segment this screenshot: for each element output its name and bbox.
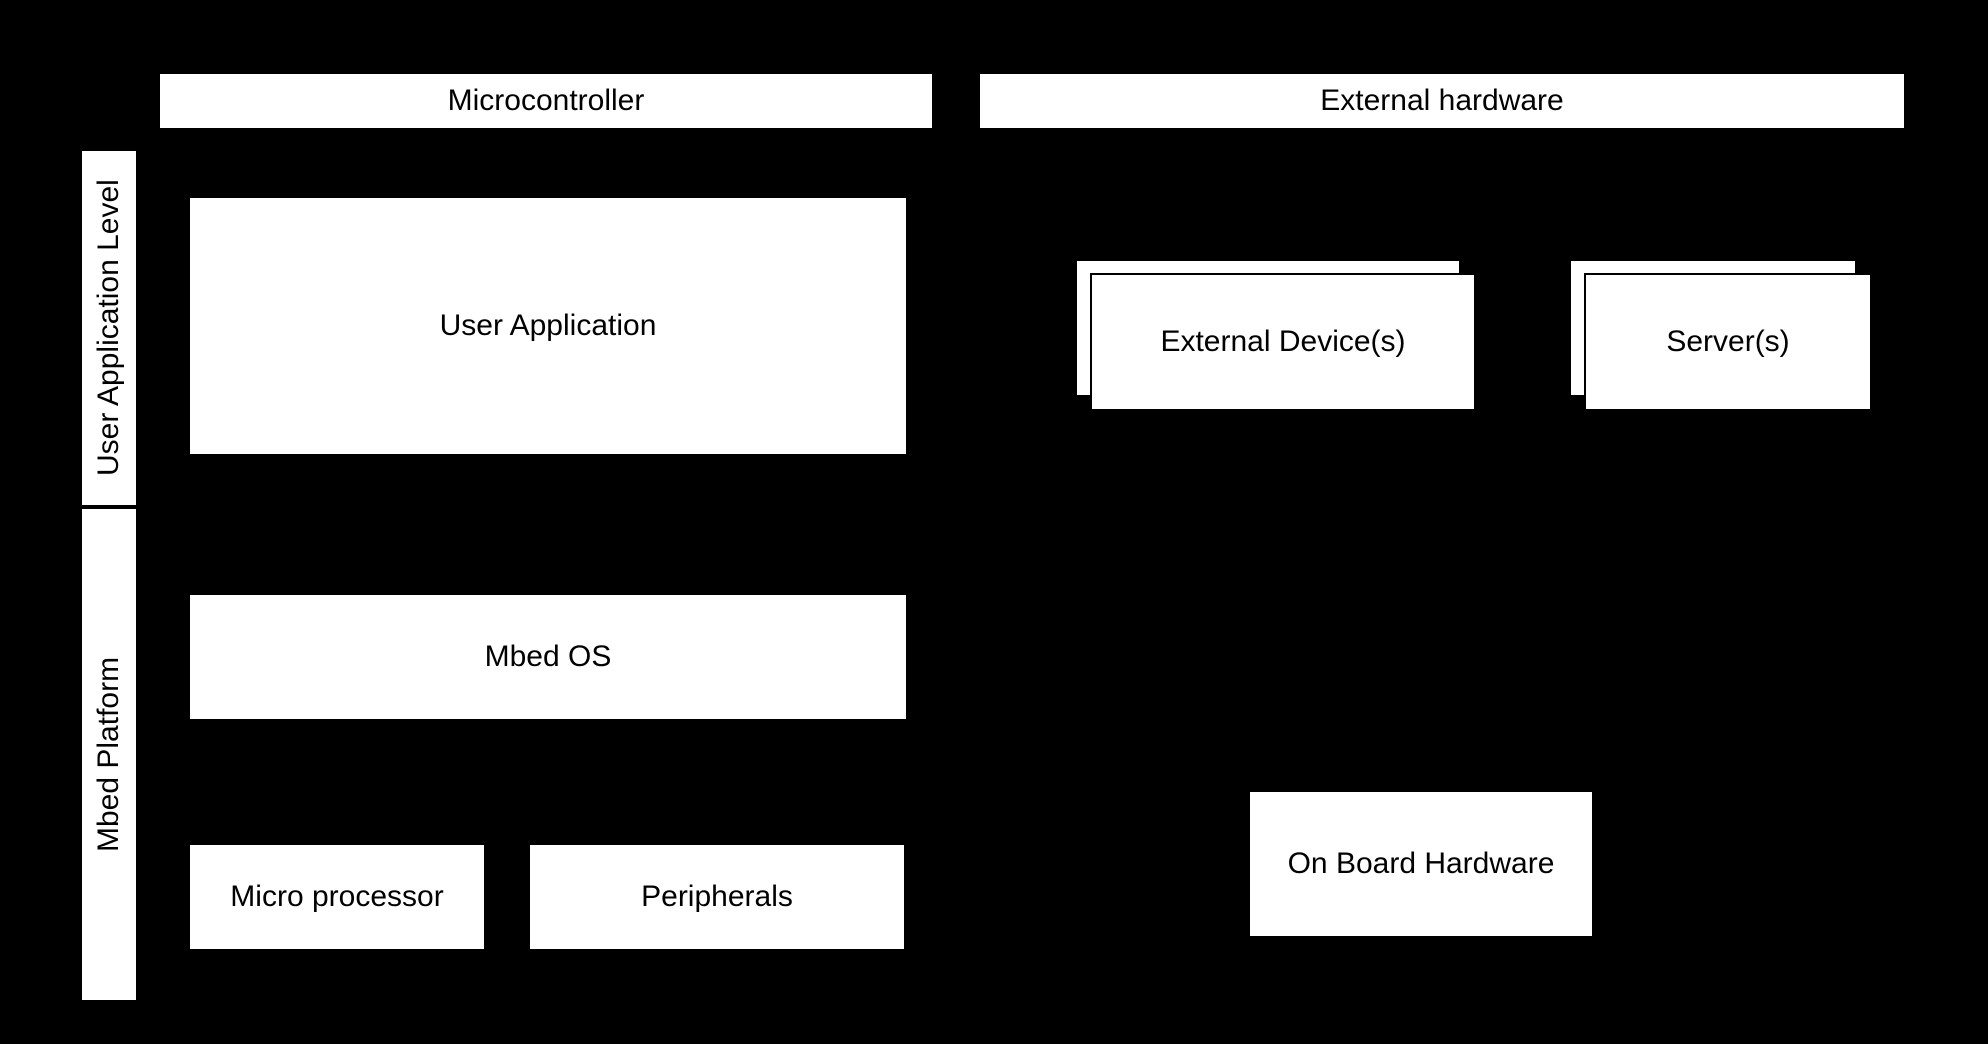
block-mbed-os-text: Mbed OS [485, 640, 612, 674]
block-on-board-hardware-text: On Board Hardware [1288, 847, 1555, 881]
header-external-hardware: External hardware [978, 72, 1906, 130]
header-microcontroller-text: Microcontroller [448, 84, 645, 118]
block-servers: Server(s) [1584, 273, 1872, 411]
block-mbed-os: Mbed OS [188, 593, 908, 721]
block-user-application-text: User Application [440, 309, 657, 343]
header-external-hardware-text: External hardware [1320, 84, 1563, 118]
row-label-user-application-level: User Application Level [80, 149, 138, 507]
block-micro-processor-text: Micro processor [230, 880, 443, 914]
block-external-devices-text: External Device(s) [1160, 325, 1405, 359]
block-micro-processor: Micro processor [188, 843, 486, 951]
block-peripherals: Peripherals [528, 843, 906, 951]
row-label-mbed-platform-text: Mbed Platform [92, 657, 126, 852]
block-on-board-hardware: On Board Hardware [1248, 790, 1594, 938]
block-external-devices: External Device(s) [1090, 273, 1476, 411]
block-peripherals-text: Peripherals [641, 880, 793, 914]
header-microcontroller: Microcontroller [158, 72, 934, 130]
block-user-application: User Application [188, 196, 908, 456]
row-label-user-application-level-text: User Application Level [92, 180, 126, 477]
row-label-mbed-platform: Mbed Platform [80, 507, 138, 1002]
block-servers-text: Server(s) [1666, 325, 1789, 359]
